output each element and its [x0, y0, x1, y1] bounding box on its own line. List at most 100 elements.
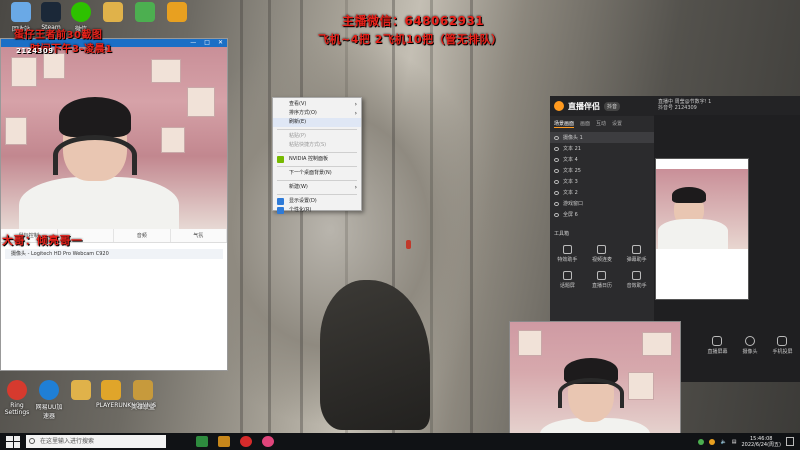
app-title: 直播伴侣: [568, 101, 600, 111]
menu-item-label: NVIDIA 控制面板: [289, 156, 328, 162]
phone-cast-button[interactable]: 手机投屏: [772, 336, 793, 355]
context-menu-item[interactable]: 新建(W) ›: [273, 183, 361, 192]
tool-label: 直播日历: [591, 283, 612, 289]
eye-icon[interactable]: [554, 212, 559, 217]
tray-app-icon[interactable]: [698, 438, 705, 445]
minimize-icon[interactable]: —: [190, 39, 196, 47]
id-tag: 2124309: [16, 47, 54, 55]
scene-label: 摄像头 1: [563, 135, 583, 141]
search-placeholder: 在这里输入进行搜索: [40, 438, 95, 445]
volume-icon[interactable]: 🔈: [720, 439, 726, 445]
context-menu-item[interactable]: 显示设置(D): [273, 197, 361, 206]
platform-badge[interactable]: 抖音: [604, 101, 621, 111]
menu-item-label: 下一个桌面背景(N): [289, 170, 332, 176]
play-icon[interactable]: [130, 2, 160, 24]
game-icon[interactable]: 英雄联盟: [128, 380, 158, 411]
taskbar-app-pink-icon[interactable]: [262, 436, 274, 447]
context-menu-item[interactable]: 下一个桌面背景(N): [273, 169, 361, 178]
notice-line-1: 蛋仔王者前30截图: [14, 30, 103, 41]
tool-icon: [597, 245, 607, 254]
tab-scene[interactable]: 场景画面: [554, 120, 575, 128]
tool-label: 视频连麦: [591, 257, 612, 263]
document-icon[interactable]: [66, 380, 96, 402]
camera-window[interactable]: — □ ✕ 鼠标控制 音频 气氛 摄像头 - Logitech HD Pro W…: [0, 38, 228, 371]
uu-icon[interactable]: 网易UU加速器: [34, 380, 64, 420]
scene-item[interactable]: 全屏 6: [550, 209, 654, 220]
context-menu-item[interactable]: 个性化(R): [273, 206, 361, 215]
tab-settings[interactable]: 设置: [612, 120, 622, 128]
bar-chart-icon[interactable]: [162, 2, 192, 24]
scene-item[interactable]: 文本 3: [550, 176, 654, 187]
windows-start-icon[interactable]: [6, 435, 20, 448]
scene-label: 文本 2: [563, 190, 578, 196]
tab-audio[interactable]: 音频: [114, 229, 171, 242]
tool-button[interactable]: 弹幕助手: [619, 245, 654, 263]
scene-item[interactable]: 文本 25: [550, 165, 654, 176]
tool-label: 特效助手: [557, 257, 578, 263]
tool-button[interactable]: 音效助手: [619, 271, 654, 289]
scene-label: 文本 4: [563, 157, 578, 163]
scene-label: 全屏 6: [563, 212, 578, 218]
camera-source-row[interactable]: 摄像头 - Logitech HD Pro Webcam C920: [5, 249, 223, 259]
context-menu-item[interactable]: 刷新(E): [273, 118, 361, 127]
eye-icon[interactable]: [554, 168, 559, 173]
eye-icon[interactable]: [554, 201, 559, 206]
context-menu-item[interactable]: 查看(V) ›: [273, 100, 361, 109]
clock-date: 2022/6/24(周五): [741, 441, 781, 448]
close-icon[interactable]: ✕: [218, 39, 223, 47]
cat-icon[interactable]: Ring Settings: [2, 380, 32, 416]
webcam-feed: [1, 47, 227, 229]
camera-button[interactable]: 摄像头: [742, 336, 758, 355]
eye-icon[interactable]: [554, 190, 559, 195]
eye-icon[interactable]: [554, 135, 559, 140]
tool-label: 话题屏: [559, 283, 575, 289]
scene-item[interactable]: 游戏窗口: [550, 198, 654, 209]
scene-item[interactable]: 摄像头 1: [550, 132, 654, 143]
tool-button[interactable]: 特效助手: [550, 245, 585, 263]
account-text: 抖音号 2124309: [658, 105, 697, 111]
tab-atmosphere[interactable]: 气氛: [171, 229, 227, 242]
context-menu-item[interactable]: NVIDIA 控制面板: [273, 155, 361, 164]
maximize-icon[interactable]: □: [204, 39, 210, 47]
tool-button[interactable]: 直播日历: [585, 271, 620, 289]
scene-item[interactable]: 文本 4: [550, 154, 654, 165]
network-icon[interactable]: ▤: [732, 439, 737, 445]
tool-button[interactable]: 话题屏: [550, 271, 585, 289]
menu-separator: [277, 152, 357, 153]
notification-icon[interactable]: [786, 437, 794, 446]
folder-icon[interactable]: [98, 2, 128, 24]
context-menu-item[interactable]: 排序方式(O) ›: [273, 109, 361, 118]
scene-label: 文本 25: [563, 168, 581, 174]
eye-icon[interactable]: [554, 157, 559, 162]
scene-label: 文本 3: [563, 179, 578, 185]
desktop-context-menu[interactable]: 查看(V) › 排序方式(O) › 刷新(E) 粘贴(P) 粘贴快捷方式(S) NVIDIA …: [272, 97, 362, 214]
app-bottom-tools[interactable]: 直播屏幕 摄像头 手机投屏: [700, 336, 800, 355]
system-tray[interactable]: 🔈 ▤ 15:46:08 2022/6/24(周五): [698, 436, 800, 448]
menu-item-label: 排序方式(O): [289, 110, 317, 116]
screen-capture-button[interactable]: 直播屏幕: [707, 336, 728, 355]
taskbar-search-input[interactable]: 在这里输入进行搜索: [26, 435, 166, 448]
taskbar-app-green-icon[interactable]: [196, 436, 208, 447]
tab-picture[interactable]: 画面: [580, 120, 590, 128]
scene-item[interactable]: 文本 2: [550, 187, 654, 198]
context-menu-item: 粘贴快捷方式(S): [273, 141, 361, 150]
eye-icon[interactable]: [554, 146, 559, 151]
app-tabs[interactable]: 场景画面 画面 互动 设置: [550, 116, 654, 132]
tool-button[interactable]: 视频连麦: [585, 245, 620, 263]
scene-item[interactable]: 文本 21: [550, 143, 654, 154]
rock-overhang: [320, 280, 430, 430]
taskbar-app-red-icon[interactable]: [240, 436, 252, 447]
toolbox-label: 工具箱: [554, 231, 570, 237]
pricing-text: 飞机~4把 2飞机10把（管无排队）: [318, 33, 503, 46]
tab-interact[interactable]: 互动: [596, 120, 606, 128]
pubg-icon[interactable]: PLAYERUNKNOWN'S: [96, 380, 156, 409]
menu-separator: [277, 194, 357, 195]
taskbar-clock[interactable]: 15:46:08 2022/6/24(周五): [741, 436, 781, 448]
eye-icon[interactable]: [554, 179, 559, 184]
taskbar-app-orange-icon[interactable]: [218, 436, 230, 447]
tray-app-icon[interactable]: [709, 438, 716, 445]
menu-item-icon: [277, 207, 284, 214]
menu-item-icon: [277, 198, 284, 205]
app-topbar: 直播中 周莹@节数字! 1 抖音号 2124309: [654, 96, 800, 115]
scene-label: 文本 21: [563, 146, 581, 152]
